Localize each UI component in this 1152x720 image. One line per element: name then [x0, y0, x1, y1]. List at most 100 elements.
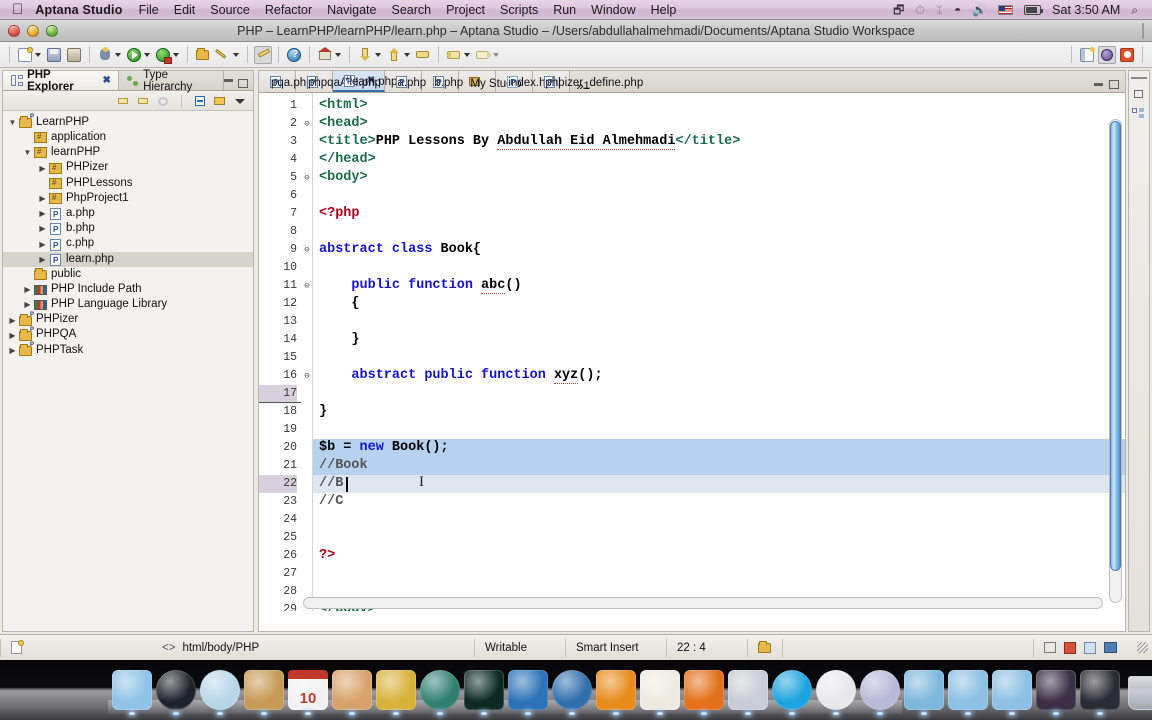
apple-menu-icon[interactable]:  — [12, 2, 23, 17]
fold-column[interactable]: ⊖ ⊖ ⊖ ⊖ ⊖ — [301, 93, 313, 611]
code-line[interactable]: </head> — [319, 151, 376, 169]
previous-annotation-icon[interactable] — [385, 46, 403, 64]
debug-icon[interactable] — [96, 46, 114, 64]
spotlight-search-icon[interactable]: ⌕ — [1131, 4, 1138, 16]
tree-twisty-icon[interactable]: ▶ — [22, 285, 33, 294]
code-line[interactable]: } — [319, 331, 359, 349]
wifi-icon[interactable]: ◓ — [954, 4, 961, 16]
minimize-button[interactable] — [27, 24, 39, 37]
dock-item-quicktime[interactable] — [772, 670, 812, 715]
code-line[interactable]: <title>PHP Lessons By Abdullah Eid Almeh… — [319, 133, 740, 151]
menu-run[interactable]: Run — [553, 3, 576, 17]
close-icon[interactable]: ✖ — [102, 75, 110, 86]
dock-item-zain[interactable] — [464, 670, 504, 715]
dock-item-aptana[interactable] — [508, 670, 548, 715]
status-insert-mode[interactable]: Smart Insert — [566, 635, 666, 661]
tab-type-hierarchy[interactable]: Type Hierarchy — [119, 69, 224, 93]
dock-item-documents-folder[interactable] — [992, 670, 1032, 715]
home-icon[interactable] — [316, 46, 334, 64]
dock-item-iphoto[interactable] — [332, 670, 372, 715]
code-area[interactable]: 1 2 3 4 5 6 7 8 9 10 11 12 13 14 15 16 17 18 19 20 21 22 23 24 2… — [259, 93, 1125, 611]
menu-window[interactable]: Window — [591, 3, 635, 17]
tree-item-c-php[interactable]: ▶ c.php — [3, 237, 253, 252]
dock-item-time-machine[interactable] — [420, 670, 460, 715]
tree-item-phpqa[interactable]: ▶ P PHPQA — [3, 327, 253, 343]
tree-twisty-icon[interactable]: ▶ — [37, 255, 48, 264]
code-line[interactable]: <?php — [319, 205, 360, 223]
menu-refactor[interactable]: Refactor — [265, 3, 312, 17]
back-dropdown-icon[interactable] — [464, 52, 470, 57]
tasks-icon[interactable] — [1044, 642, 1056, 653]
editor-tab-my-studio[interactable]: My Studio — [459, 71, 522, 92]
php-perspective-icon[interactable] — [1118, 46, 1136, 64]
dock-item-applications-folder[interactable] — [948, 670, 988, 715]
menu-source[interactable]: Source — [210, 3, 250, 17]
dock-item-ical[interactable]: 10 — [288, 670, 328, 715]
next-annotation-icon[interactable] — [356, 46, 374, 64]
zoom-button[interactable] — [46, 24, 58, 37]
tree-item-b-php[interactable]: ▶ b.php — [3, 221, 253, 236]
tree-item-phpizer[interactable]: ▶ P PHPizer — [3, 312, 253, 327]
validation-icon[interactable] — [1084, 641, 1096, 654]
link-editor-icon[interactable] — [213, 94, 227, 108]
tree-twisty-icon[interactable]: ▼ — [7, 118, 18, 127]
dock-item-system-prefs[interactable] — [596, 670, 636, 715]
code-line[interactable]: public function abc() — [319, 277, 522, 295]
maximize-editor-icon[interactable] — [1109, 80, 1119, 89]
minimize-view-icon[interactable] — [224, 79, 233, 82]
print-icon[interactable] — [65, 46, 83, 64]
scrollbar-thumb[interactable] — [1110, 121, 1121, 571]
dock-item-cyberduck[interactable] — [816, 670, 856, 715]
menubar-clock[interactable]: Sat 3:50 AM — [1052, 3, 1120, 17]
maximize-view-icon[interactable] — [238, 79, 248, 88]
volume-icon[interactable]: 🔊 — [972, 4, 987, 16]
code-line[interactable]: <head> — [319, 115, 368, 133]
tree-item-application[interactable]: application — [3, 130, 253, 145]
code-line[interactable]: abstract public function xyz(); — [319, 367, 603, 385]
refresh-icon[interactable] — [156, 94, 170, 108]
tree-twisty-icon[interactable]: ▶ — [7, 346, 18, 355]
tree-item-learnphp[interactable]: ▼ P LearnPHP — [3, 114, 253, 130]
airplay-icon[interactable]: 🗗 — [893, 4, 904, 16]
minimize-stack-icon[interactable] — [1131, 87, 1147, 101]
tree-twisty-icon[interactable]: ▶ — [37, 194, 48, 203]
code-line[interactable]: abstract class Book{ — [319, 241, 481, 259]
code-line[interactable]: <body> — [319, 169, 368, 187]
editor-tab-b-php[interactable]: b.php — [422, 71, 463, 92]
fold-toggle-icon[interactable]: ⊖ — [302, 115, 312, 133]
last-edit-icon[interactable] — [414, 46, 432, 64]
tree-twisty-icon[interactable]: ▶ — [7, 331, 18, 340]
dock-item-finder[interactable] — [112, 670, 152, 715]
outline-view-icon[interactable] — [1131, 107, 1147, 121]
view-menu-icon[interactable] — [233, 94, 247, 108]
editor-vertical-scrollbar[interactable] — [1109, 119, 1122, 603]
menu-help[interactable]: Help — [651, 3, 677, 17]
tree-twisty-icon[interactable]: ▶ — [22, 300, 33, 309]
run-icon[interactable] — [125, 46, 143, 64]
minimize-editor-icon[interactable] — [1094, 83, 1103, 86]
dock-item-stack-grid[interactable] — [1080, 670, 1120, 715]
edit-highlight-icon[interactable] — [254, 45, 272, 64]
code-line[interactable]: $b = new Book(); — [319, 439, 449, 457]
help-icon[interactable]: ? — [285, 46, 303, 64]
home-dropdown-icon[interactable] — [335, 52, 341, 57]
code-line[interactable]: //B — [319, 475, 343, 493]
profile-dropdown-icon[interactable] — [173, 52, 179, 57]
dock-item-trash[interactable] — [1128, 676, 1152, 710]
project-tree[interactable]: ▼PLearnPHPapplication▼learnPHP▶PHPizerPH… — [3, 111, 253, 611]
restore-view-icon[interactable] — [1131, 77, 1147, 81]
warning-icon[interactable] — [1064, 641, 1076, 654]
next-annotation-dropdown-icon[interactable] — [375, 52, 381, 57]
status-build-icon[interactable] — [748, 635, 782, 661]
dock-item-dashboard[interactable] — [156, 670, 196, 715]
tree-twisty-icon[interactable]: ▶ — [7, 316, 18, 325]
fold-toggle-icon[interactable]: ⊖ — [302, 367, 312, 385]
toolbar-toggle-button[interactable] — [1142, 22, 1152, 39]
menu-project[interactable]: Project — [446, 3, 485, 17]
dock-item-textedit[interactable] — [640, 670, 680, 715]
tree-item-phpizer[interactable]: ▶ PHPizer — [3, 161, 253, 176]
dock-item-address-book[interactable] — [244, 670, 284, 715]
profile-icon[interactable] — [154, 46, 172, 64]
save-icon[interactable] — [45, 46, 63, 64]
flag-icon[interactable] — [998, 4, 1014, 15]
